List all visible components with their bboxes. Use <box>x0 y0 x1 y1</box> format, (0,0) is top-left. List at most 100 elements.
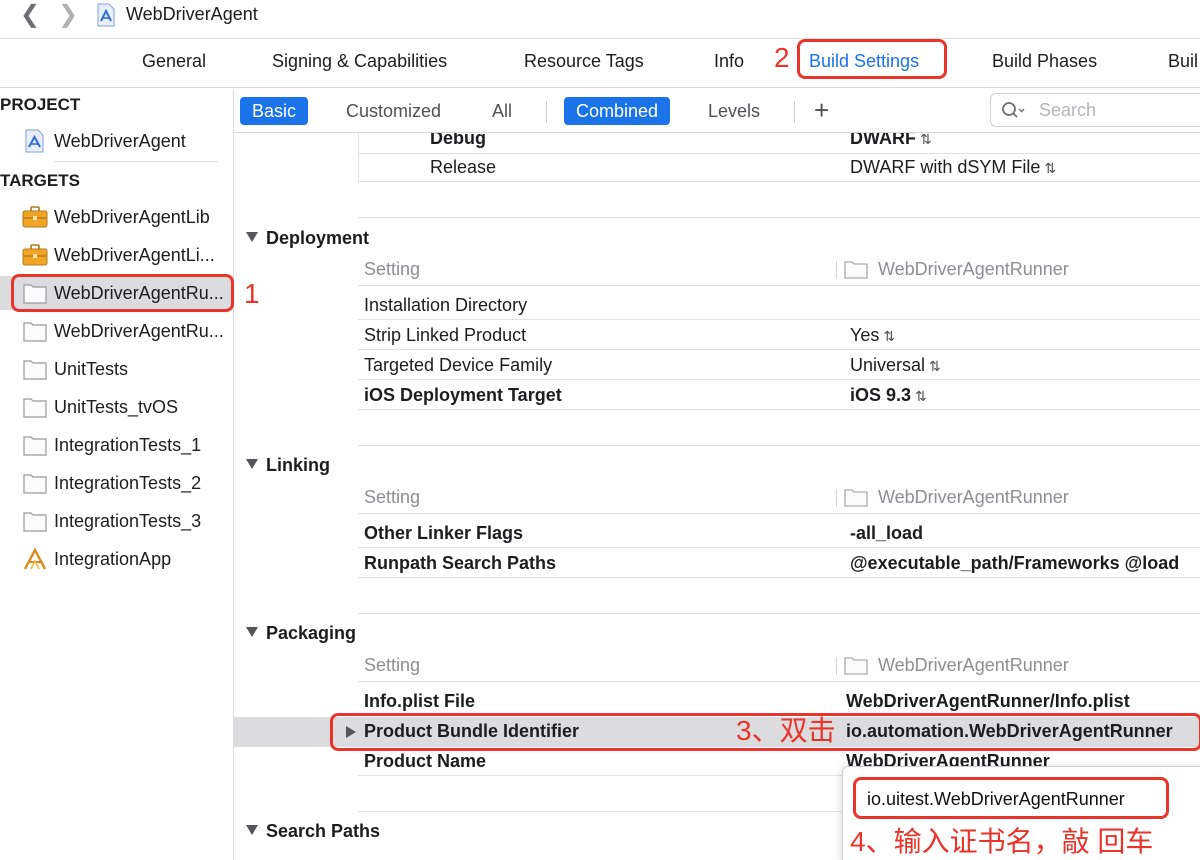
sidebar-item-label: IntegrationTests_2 <box>54 473 202 493</box>
sidebar-item-target[interactable]: WebDriverAgentLib <box>0 200 233 234</box>
setting-value[interactable]: DWARF with dSYM File ⇅ <box>850 157 1056 178</box>
section-packaging[interactable]: Packaging <box>246 623 356 644</box>
sidebar-item-target[interactable]: WebDriverAgentRu... <box>0 314 233 348</box>
disclosure-triangle-icon <box>346 726 356 738</box>
filter-all-button[interactable]: All <box>480 97 524 125</box>
forward-chevron-icon[interactable]: ❯ <box>58 2 78 28</box>
tab-info[interactable]: Info <box>714 51 744 72</box>
sidebar-divider <box>54 161 218 162</box>
sidebar-item-label: WebDriverAgentRu... <box>54 283 224 303</box>
setting-name: Runpath Search Paths <box>364 553 557 573</box>
filter-levels-button[interactable]: Levels <box>696 97 772 125</box>
sidebar-item-label: WebDriverAgentRu... <box>54 321 224 341</box>
disclosure-triangle-icon <box>246 825 258 835</box>
settings-search-field[interactable]: Search <box>990 93 1200 127</box>
bundle-identifier-input[interactable] <box>857 781 1167 817</box>
section-linking[interactable]: Linking <box>246 455 330 476</box>
test-bundle-icon <box>23 284 47 304</box>
setting-row-release[interactable]: Release DWARF with dSYM File ⇅ <box>234 153 1200 183</box>
column-divider <box>836 261 837 279</box>
target-bundle-icon <box>844 657 868 675</box>
setting-row-targeted-device-family[interactable]: Targeted Device Family Universal ⇅ <box>234 351 1200 381</box>
sidebar-item-target[interactable]: UnitTests_tvOS <box>0 390 233 424</box>
tab-build-phases[interactable]: Build Phases <box>992 51 1097 72</box>
setting-row-debug[interactable]: Debug DWARF ⇅ <box>234 133 1200 154</box>
setting-name: iOS Deployment Target <box>364 385 562 405</box>
build-settings-filter-bar: Basic Customized All Combined Levels + S… <box>234 89 1200 133</box>
tab-build-rules[interactable]: Buil <box>1168 51 1198 72</box>
column-header-row: Setting WebDriverAgentRunner <box>234 483 1200 513</box>
column-header-row: Setting WebDriverAgentRunner <box>234 255 1200 285</box>
project-navigator-sidebar: PROJECT WebDriverAgent TARGETS WebDriver… <box>0 89 234 860</box>
test-bundle-icon <box>23 474 47 494</box>
editor-tab-bar: General Signing & Capabilities Resource … <box>0 38 1200 88</box>
sidebar-item-target[interactable]: WebDriverAgentLi... <box>0 238 233 272</box>
row-divider <box>358 319 1200 320</box>
annotation-step-1: 1 <box>244 278 260 309</box>
setting-name: Release <box>430 157 497 177</box>
search-icon <box>1002 102 1025 118</box>
setting-row-product-bundle-identifier[interactable]: Product Bundle Identifier io.automation.… <box>234 717 1200 747</box>
column-header-setting: Setting <box>364 655 421 675</box>
setting-name: Targeted Device Family <box>364 355 553 375</box>
setting-row-runpath-search-paths[interactable]: Runpath Search Paths @executable_path/Fr… <box>234 549 1200 579</box>
tab-signing-capabilities[interactable]: Signing & Capabilities <box>272 51 447 72</box>
filter-basic-button[interactable]: Basic <box>240 97 309 125</box>
row-divider <box>358 547 1200 548</box>
row-divider <box>358 285 1200 286</box>
setting-value[interactable]: -all_load <box>850 523 923 544</box>
annotation-step-3: 3、双击 <box>736 715 836 746</box>
setting-row-other-linker-flags[interactable]: Other Linker Flags -all_load <box>234 519 1200 549</box>
setting-name: Product Name <box>364 751 487 771</box>
add-setting-button[interactable]: + <box>814 95 829 125</box>
filter-combined-button[interactable]: Combined <box>564 97 671 125</box>
sidebar-item-target[interactable]: IntegrationTests_3 <box>0 504 233 538</box>
xcode-project-icon <box>25 129 44 153</box>
setting-value[interactable]: Universal ⇅ <box>850 355 941 376</box>
sidebar-item-label: IntegrationTests_1 <box>54 435 202 455</box>
sidebar-item-label: WebDriverAgentLib <box>54 207 210 227</box>
setting-value[interactable]: io.automation.WebDriverAgentRunner <box>846 721 1173 742</box>
disclosure-triangle-icon <box>246 232 258 242</box>
setting-row-info-plist-file[interactable]: Info.plist File WebDriverAgentRunner/Inf… <box>234 687 1200 717</box>
stepper-icon: ⇅ <box>1044 160 1057 176</box>
section-divider <box>358 445 1200 446</box>
setting-row-ios-deployment-target[interactable]: iOS Deployment Target iOS 9.3 ⇅ <box>234 381 1200 411</box>
sidebar-item-target[interactable]: IntegrationTests_2 <box>0 466 233 500</box>
target-bundle-icon <box>844 489 868 507</box>
column-divider <box>836 489 837 507</box>
setting-value[interactable]: iOS 9.3 ⇅ <box>850 385 927 406</box>
filter-divider <box>794 101 795 123</box>
filter-customized-button[interactable]: Customized <box>334 97 453 125</box>
toolbox-icon <box>22 244 48 266</box>
section-deployment[interactable]: Deployment <box>246 228 369 249</box>
stepper-icon: ⇅ <box>920 133 932 147</box>
search-placeholder: Search <box>1039 100 1097 120</box>
setting-name: Info.plist File <box>364 691 475 711</box>
setting-name: Debug <box>430 133 486 148</box>
setting-row-installation-directory[interactable]: Installation Directory <box>234 291 1200 321</box>
row-divider <box>358 409 1200 410</box>
sidebar-item-project[interactable]: WebDriverAgent <box>0 124 233 158</box>
setting-value[interactable]: @executable_path/Frameworks @load <box>850 553 1179 574</box>
sidebar-item-target[interactable]: UnitTests <box>0 352 233 386</box>
setting-value[interactable]: WebDriverAgentRunner/Info.plist <box>846 691 1130 712</box>
tab-general[interactable]: General <box>142 51 206 72</box>
sidebar-item-target[interactable]: IntegrationApp <box>0 542 233 576</box>
column-header-target: WebDriverAgentRunner <box>878 487 1069 507</box>
setting-row-strip-linked-product[interactable]: Strip Linked Product Yes ⇅ <box>234 321 1200 351</box>
tab-build-settings[interactable]: Build Settings <box>809 51 919 72</box>
sidebar-item-label: IntegrationApp <box>54 549 172 569</box>
stepper-icon: ⇅ <box>915 388 927 404</box>
back-chevron-icon[interactable]: ❮ <box>20 2 40 28</box>
section-search-paths[interactable]: Search Paths <box>246 821 380 842</box>
sidebar-item-target[interactable]: IntegrationTests_1 <box>0 428 233 462</box>
tab-resource-tags[interactable]: Resource Tags <box>524 51 644 72</box>
target-bundle-icon <box>844 261 868 279</box>
annotation-step-4: 4、输入证书名，敲 回车 <box>850 826 1154 857</box>
filter-divider <box>546 101 547 123</box>
sidebar-item-target-selected[interactable]: WebDriverAgentRu... <box>0 276 233 310</box>
setting-value[interactable]: DWARF ⇅ <box>850 133 932 149</box>
setting-value[interactable]: Yes ⇅ <box>850 325 895 346</box>
sidebar-item-label: WebDriverAgentLi... <box>54 245 215 265</box>
